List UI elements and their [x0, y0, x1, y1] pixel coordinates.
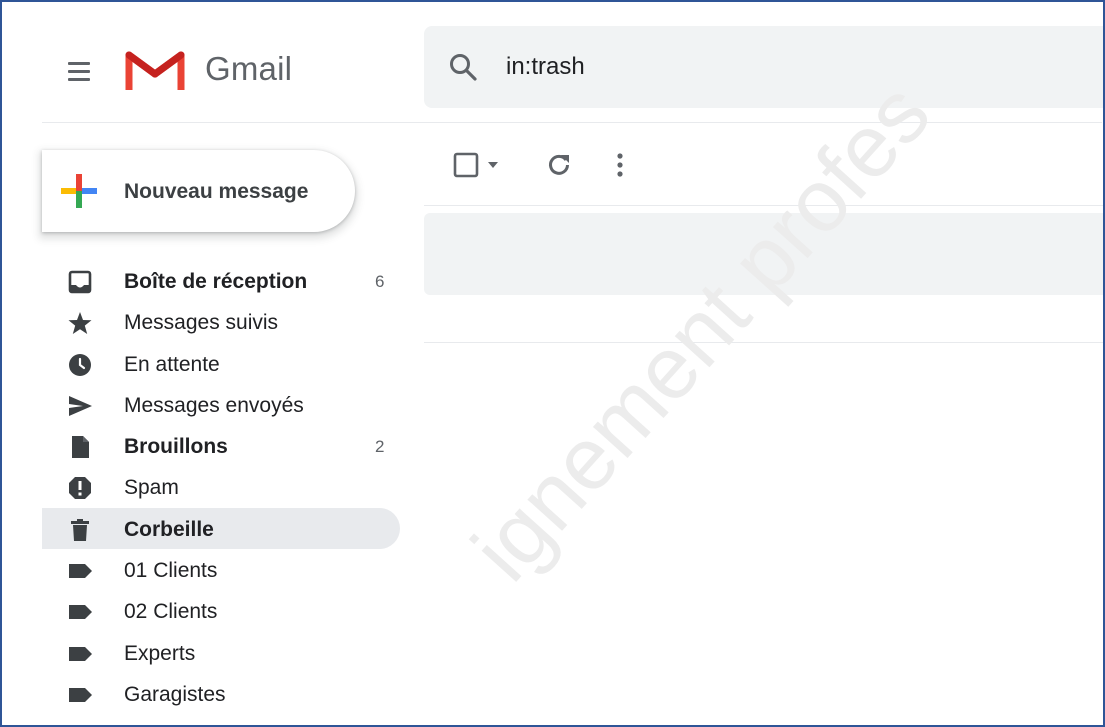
star-icon — [68, 312, 92, 335]
search-bar[interactable] — [424, 26, 1103, 108]
search-input[interactable] — [506, 50, 1066, 84]
sidebar-item-trash[interactable]: Corbeille — [42, 507, 400, 550]
sidebar-item-label: 01 Clients — [124, 559, 218, 583]
main-menu-button[interactable] — [62, 54, 96, 88]
sidebar-item-label: 02 Clients — [124, 600, 218, 624]
label-icon — [69, 687, 92, 702]
sidebar-item-label-02-clients[interactable]: 02 Clients — [42, 590, 400, 631]
sidebar-item-label: Garagistes — [124, 682, 226, 706]
chevron-down-icon[interactable] — [487, 160, 499, 170]
sidebar-item-label-garagistes[interactable]: Garagistes — [42, 673, 400, 714]
sidebar-item-label-01-clients[interactable]: 01 Clients — [42, 549, 400, 590]
sidebar-item-label: Messages suivis — [124, 311, 279, 335]
sidebar-item-starred[interactable]: Messages suivis — [42, 301, 400, 342]
draft-count: 2 — [375, 437, 385, 457]
gmail-window: Gmail Nouveau message Boîte de réception… — [0, 0, 1105, 727]
sidebar-item-label: Boîte de réception — [124, 270, 308, 293]
label-icon — [69, 564, 92, 579]
trash-icon — [71, 518, 89, 541]
gmail-m-logo-icon[interactable] — [125, 47, 185, 92]
plus-icon — [61, 174, 97, 208]
label-icon — [69, 646, 92, 661]
sidebar-item-drafts[interactable]: Brouillons 2 — [42, 425, 400, 466]
sidebar-nav: Boîte de réception 6 Messages suivis En … — [42, 260, 400, 714]
search-icon[interactable] — [448, 52, 478, 82]
sidebar-item-inbox[interactable]: Boîte de réception 6 — [42, 260, 400, 301]
sidebar-item-label: Spam — [124, 476, 179, 500]
header-divider — [42, 122, 1102, 123]
sidebar-item-label: Messages envoyés — [124, 393, 304, 417]
sidebar-item-label: Brouillons — [124, 435, 228, 459]
spam-icon — [69, 477, 91, 500]
sidebar-item-label: Experts — [124, 641, 196, 665]
watermark-text: ignement profes — [452, 63, 949, 599]
message-list-divider — [424, 342, 1103, 343]
send-icon — [69, 395, 92, 416]
sidebar-item-spam[interactable]: Spam — [42, 466, 400, 507]
inbox-icon — [68, 270, 92, 294]
refresh-icon[interactable] — [545, 151, 573, 179]
more-vert-icon[interactable] — [615, 151, 625, 179]
toolbar-divider — [424, 205, 1103, 206]
sidebar-item-snoozed[interactable]: En attente — [42, 343, 400, 384]
clock-icon — [69, 353, 91, 376]
sidebar-item-label-experts[interactable]: Experts — [42, 632, 400, 673]
sidebar-item-label: Corbeille — [124, 517, 214, 541]
message-list-placeholder — [424, 213, 1103, 295]
label-icon — [69, 605, 92, 620]
sidebar-item-sent[interactable]: Messages envoyés — [42, 384, 400, 425]
compose-label: Nouveau message — [124, 180, 309, 203]
sidebar-item-label: En attente — [124, 352, 220, 376]
unread-count: 6 — [375, 272, 385, 291]
draft-icon — [72, 436, 89, 459]
checkbox-icon[interactable] — [453, 152, 479, 178]
compose-button[interactable]: Nouveau message — [42, 150, 355, 232]
gmail-brand-text: Gmail — [205, 50, 293, 87]
